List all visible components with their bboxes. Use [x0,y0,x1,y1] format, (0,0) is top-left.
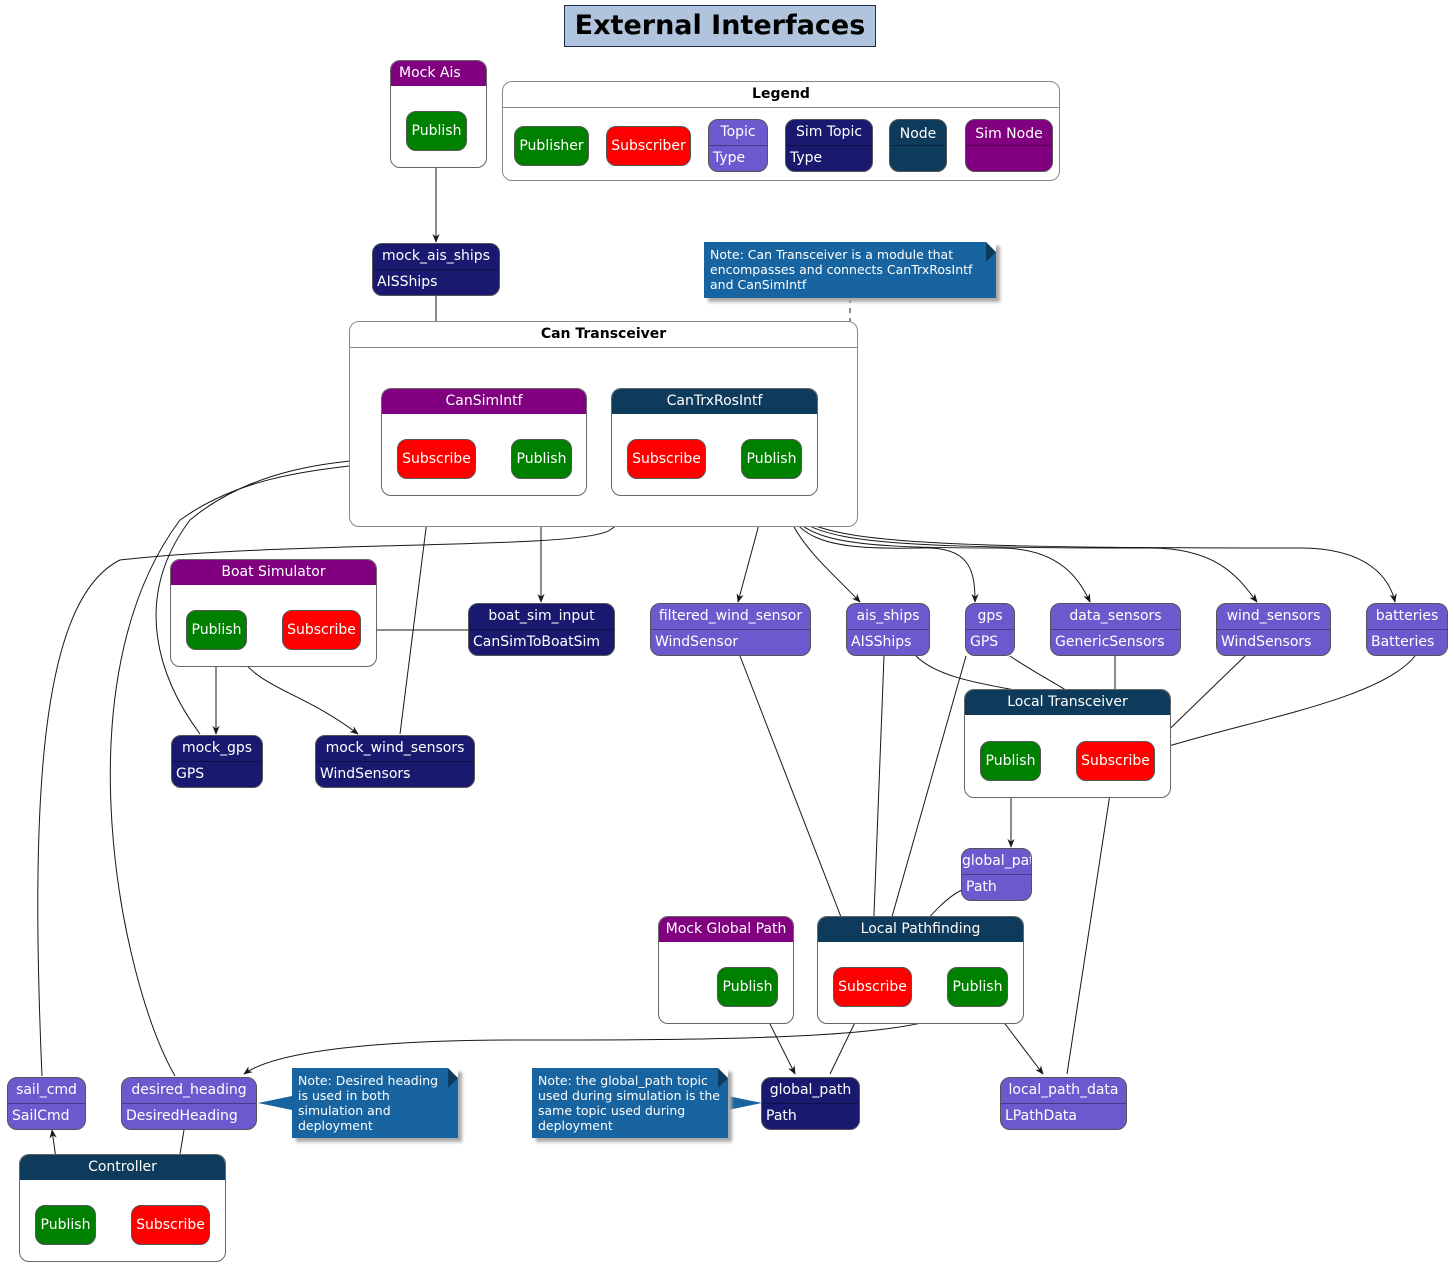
edge-cantrx-pub-to-batteries [775,479,1397,603]
topic-desired-heading[interactable]: desired_heading DesiredHeading [121,1077,257,1130]
local-pathfinding-subscribe[interactable]: Subscribe [833,967,912,1007]
topic-mock-ais-ships[interactable]: mock_ais_ships AISShips [372,243,500,296]
legend-node: Node [889,119,947,172]
can-trx-ros-intf-publish[interactable]: Publish [741,439,802,479]
node-boat-simulator-title: Boat Simulator [171,560,376,585]
topic-data-sensors[interactable]: data_sensors GenericSensors [1050,603,1181,656]
legend-subscriber: Subscriber [606,126,691,166]
legend-topic: Topic Type [708,119,768,172]
can-trx-ros-intf-subscribe[interactable]: Subscribe [627,439,706,479]
note-pointer-desired-heading [258,1096,292,1110]
mock-ais-publish[interactable]: Publish [406,111,467,151]
topic-ais-ships[interactable]: ais_ships AISShips [846,603,930,656]
node-local-transceiver-title: Local Transceiver [965,690,1170,715]
topic-filtered-wind-sensor[interactable]: filtered_wind_sensor WindSensor [650,603,811,656]
topic-batteries[interactable]: batteries Batteries [1366,603,1448,656]
controller-subscribe[interactable]: Subscribe [131,1205,210,1245]
group-can-transceiver-title: Can Transceiver [350,322,857,348]
node-can-sim-intf-title: CanSimIntf [382,389,586,414]
topic-mock-wind-sensors[interactable]: mock_wind_sensors WindSensors [315,735,475,788]
topic-sail-cmd[interactable]: sail_cmd SailCmd [7,1077,86,1130]
mock-global-path-publish[interactable]: Publish [717,967,778,1007]
edge-local-path-data-to-localtrx-sub [1066,780,1115,1075]
can-sim-intf-publish[interactable]: Publish [511,439,572,479]
legend-title: Legend [503,82,1059,108]
topic-wind-sensors[interactable]: wind_sensors WindSensors [1216,603,1331,656]
note-global-path: Note: the global_path topic used during … [532,1068,728,1138]
boat-simulator-publish[interactable]: Publish [186,610,247,650]
topic-gps[interactable]: gps GPS [965,603,1015,656]
node-mock-ais-title: Mock Ais [391,61,486,86]
topic-boat-sim-input[interactable]: boat_sim_input CanSimToBoatSim [468,603,615,656]
diagram-title: External Interfaces [564,5,876,47]
node-controller-title: Controller [20,1155,225,1180]
note-desired-heading: Note: Desired heading is used in both si… [292,1068,458,1138]
topic-local-path-data[interactable]: local_path_data LPathData [1000,1077,1127,1130]
can-sim-intf-subscribe[interactable]: Subscribe [397,439,476,479]
legend-sim-topic: Sim Topic Type [785,119,873,172]
topic-mock-gps[interactable]: mock_gps GPS [171,735,263,788]
node-local-pathfinding-title: Local Pathfinding [818,917,1023,942]
local-pathfinding-publish[interactable]: Publish [947,967,1008,1007]
local-transceiver-publish[interactable]: Publish [980,741,1041,781]
legend-publisher: Publisher [514,126,589,166]
edge-batteries-to-localtrx-sub [1155,655,1416,751]
controller-publish[interactable]: Publish [35,1205,96,1245]
node-mock-global-path-title: Mock Global Path [659,917,793,942]
note-can-transceiver: Note: Can Transceiver is a module that e… [704,242,996,298]
note-pointer-global-path [728,1096,762,1110]
boat-simulator-subscribe[interactable]: Subscribe [282,610,361,650]
topic-global-path-sim[interactable]: global_path Path [761,1077,860,1130]
legend-sim-node: Sim Node [965,119,1053,172]
node-can-trx-ros-intf-title: CanTrxRosIntf [612,389,817,414]
local-transceiver-subscribe[interactable]: Subscribe [1076,741,1155,781]
topic-global-path[interactable]: global_path Path [961,848,1032,901]
